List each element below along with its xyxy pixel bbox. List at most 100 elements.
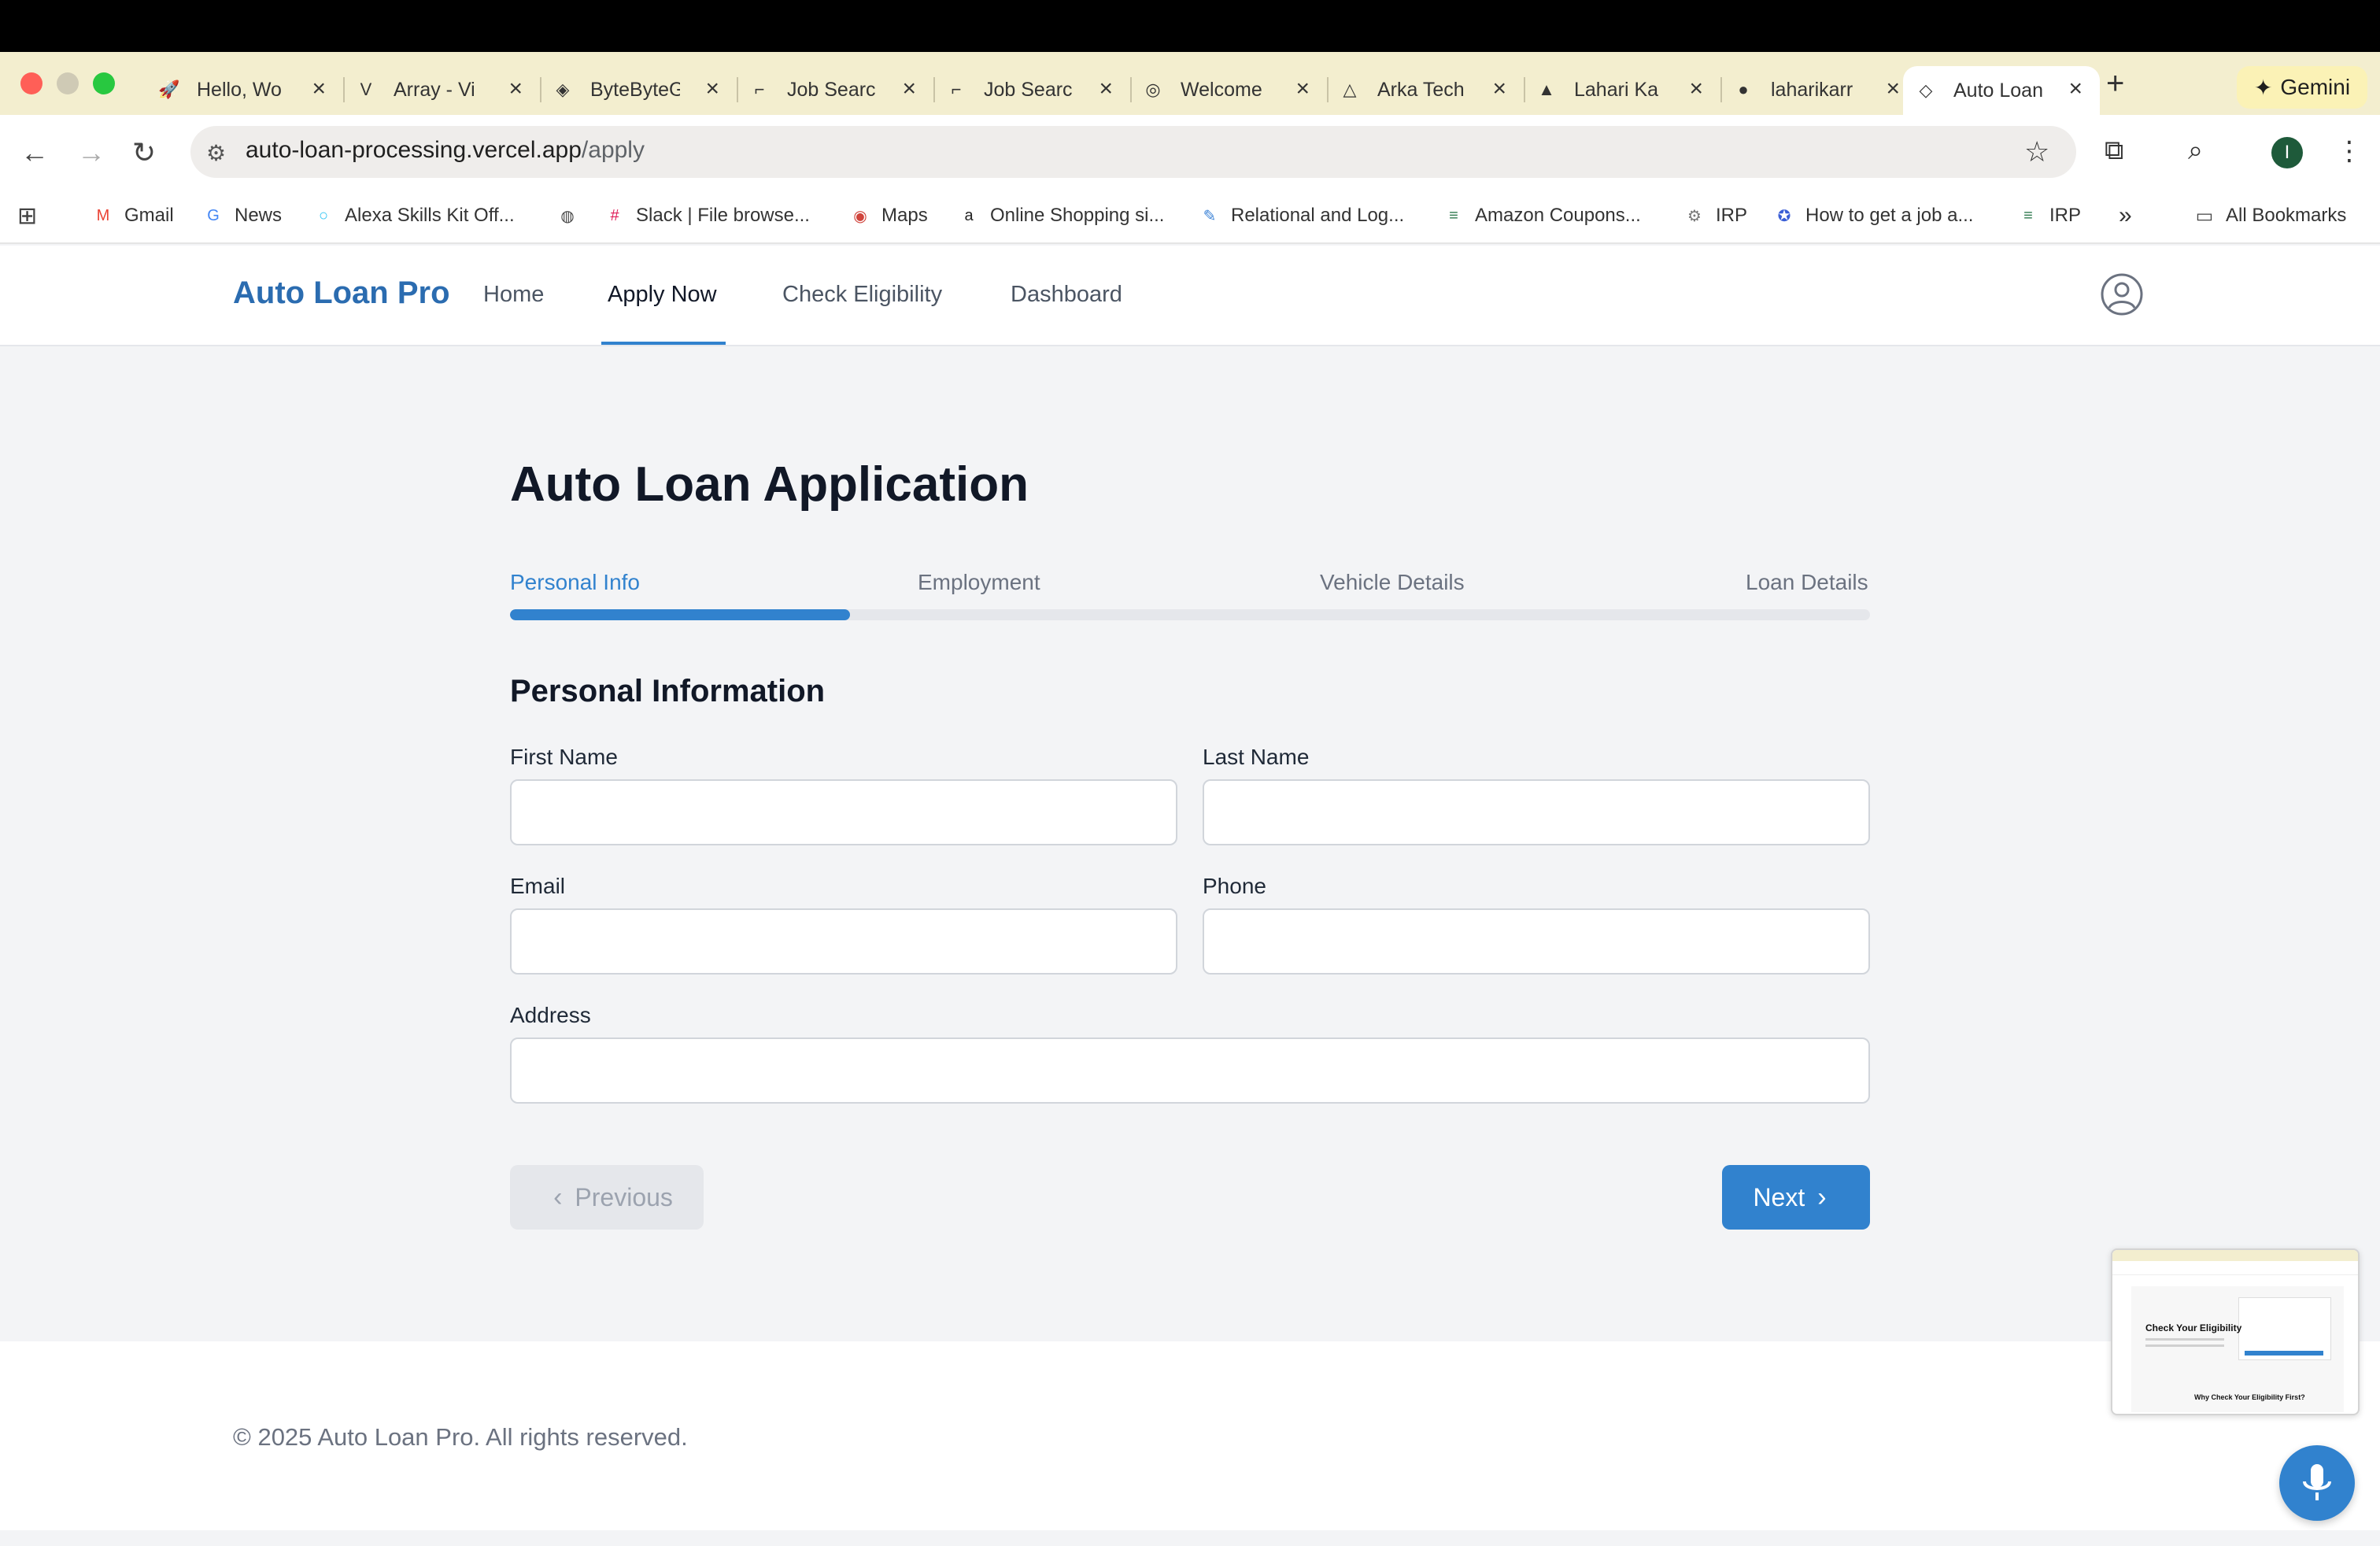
profile-avatar[interactable]: I [2271,137,2303,168]
gemini-button[interactable]: ✦ Gemini [2237,66,2367,109]
browser-tab[interactable]: ⌐ Job Searc × [737,66,935,113]
bookmark-item[interactable]: ◍ [556,202,589,230]
gemini-sparkle-icon: ✦ [2253,75,2273,100]
first-name-input[interactable] [510,779,1177,845]
tab-close-icon[interactable]: × [1886,77,1900,101]
tab-close-icon[interactable]: × [508,77,523,101]
bookmark-item[interactable]: ⚙ IRP [1683,202,1747,230]
chevron-left-icon: ‹ [553,1182,563,1212]
browser-tab[interactable]: ▲ Lahari Ka × [1524,66,1722,113]
tab-title: Arka Tech [1377,78,1465,101]
preview-text-line [2145,1338,2224,1341]
bookmark-item[interactable]: M Gmail [91,202,174,230]
irp-gear-icon: ⚙ [1687,207,1702,225]
bookmark-item[interactable]: ✎ Relational and Log... [1198,202,1405,230]
browser-tab[interactable]: ◇ Auto Loan × [1903,66,2100,115]
tab-close-icon[interactable]: × [1099,77,1113,101]
folder-icon: ▭ [2195,205,2214,227]
slack-icon: # [610,206,619,224]
bookmark-label: News [235,205,283,226]
apps-grid-icon[interactable]: ⊞ [17,202,37,230]
tab-title: Lahari Ka [1574,78,1659,101]
tab-close-icon[interactable]: × [1689,77,1703,101]
nav-apply-now[interactable]: Apply Now [608,282,717,308]
nav-check-eligibility[interactable]: Check Eligibility [782,282,942,308]
last-name-label: Last Name [1203,745,1310,769]
tab-close-icon[interactable]: × [902,77,916,101]
tab-close-icon[interactable]: × [1492,77,1506,101]
active-nav-indicator [601,342,726,345]
last-name-input[interactable] [1203,779,1870,845]
close-window-button[interactable] [20,72,42,94]
address-input[interactable] [510,1037,1870,1104]
phone-input[interactable] [1203,908,1870,975]
tab-title: ByteByteG [590,78,680,101]
page-preview-thumbnail[interactable]: Check Your Eligibility Why Check Your El… [2111,1248,2360,1415]
tab-title: Job Searc [787,78,876,101]
step-loan-details: Loan Details [1746,570,1868,594]
browser-tab[interactable]: 🚀 Hello, Wo × [146,66,345,113]
bookmark-item[interactable]: G News [201,202,282,230]
tab-close-icon[interactable]: × [312,77,326,101]
next-button[interactable]: Next › [1722,1165,1870,1230]
all-bookmarks[interactable]: ▭ All Bookmarks [2193,202,2347,230]
cast-search-icon[interactable]: ⌕ [2188,135,2203,166]
tab-close-icon[interactable]: × [2068,77,2082,101]
bookmark-item[interactable]: ✪ How to get a job a... [1772,202,1974,230]
browser-tab[interactable]: ◈ ByteByteG × [540,66,738,113]
news-icon: G [207,206,220,224]
profile-initial: I [2284,142,2290,163]
browser-tab[interactable]: V Array - Vi × [343,66,541,113]
bookmark-label: IRP [1716,205,1748,226]
tab-title: Job Searc [984,78,1073,101]
browser-tab[interactable]: △ Arka Tech × [1327,66,1525,113]
previous-button[interactable]: ‹ Previous [510,1165,704,1230]
coupons-icon: ≡ [1449,206,1458,224]
browser-tab[interactable]: ⌐ Job Searc × [933,66,1132,113]
browser-menu-icon[interactable]: ⋮ [2336,135,2363,167]
reload-icon[interactable]: ↻ [132,137,156,168]
step-vehicle-details: Vehicle Details [1320,570,1465,594]
bookmark-label: Slack | File browse... [636,205,810,226]
maximize-window-button[interactable] [93,72,115,94]
nav-home[interactable]: Home [483,282,544,308]
forward-icon[interactable]: → [77,137,105,168]
new-tab-button[interactable]: + [2106,68,2124,99]
brand-logo[interactable]: Auto Loan Pro [233,276,450,311]
browser-tab[interactable]: ● laharikarr × [1720,66,1917,113]
bookmark-label: Amazon Coupons... [1475,205,1641,226]
url-text[interactable]: auto-loan-processing.vercel.app/apply [246,137,645,164]
rocket-icon: 🚀 [158,80,180,99]
step-employment: Employment [918,570,1040,594]
alexa-icon: ○ [318,206,329,224]
nav-dashboard[interactable]: Dashboard [1011,282,1122,308]
bookmark-item[interactable]: ○ Alexa Skills Kit Off... [312,202,515,230]
preview-subtitle: Why Check Your Eligibility First? [2194,1393,2305,1401]
bookmark-star-icon[interactable]: ☆ [2024,135,2049,168]
tab-close-icon[interactable]: × [1295,77,1310,101]
email-input[interactable] [510,908,1177,975]
chevron-right-icon: › [1817,1182,1827,1212]
minimize-window-button[interactable] [57,72,79,94]
bookmark-item[interactable]: # Slack | File browse... [603,202,810,230]
back-icon[interactable]: ← [20,137,49,168]
site-info-icon[interactable]: ⚙ [206,140,226,166]
browser-tab[interactable]: ◎ Welcome × [1130,66,1329,113]
microphone-button[interactable] [2279,1445,2355,1521]
user-account-icon[interactable] [2100,272,2144,316]
bookmark-label: IRP [2049,205,2082,226]
bookmark-item[interactable]: ≡ IRP [2016,202,2081,230]
bookmark-label: Online Shopping si... [990,205,1165,226]
bookmark-item[interactable]: ≡ Amazon Coupons... [1442,202,1641,230]
progress-fill [510,609,850,620]
more-bookmarks-icon[interactable]: » [2119,202,2132,230]
relational-icon: ✎ [1203,207,1217,225]
globe-icon: ◍ [560,207,575,225]
howto-icon: ✪ [1777,207,1791,225]
tab-close-icon[interactable]: × [705,77,719,101]
amazon-icon: a [964,206,974,224]
bookmark-item[interactable]: a Online Shopping si... [957,202,1164,230]
extensions-icon[interactable]: ⧉ [2105,135,2123,166]
page-title: Auto Loan Application [510,457,1029,512]
bookmark-item[interactable]: ◉ Maps [848,202,927,230]
